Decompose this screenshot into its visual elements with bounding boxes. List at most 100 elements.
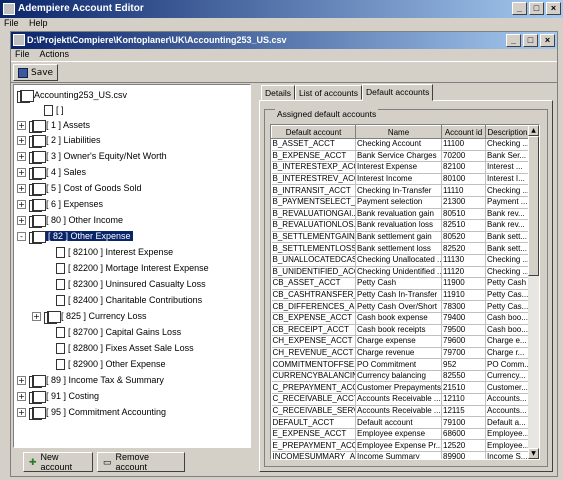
doc-close-button[interactable]: × bbox=[540, 34, 555, 47]
table-cell: 11120 bbox=[441, 266, 486, 279]
tree-node[interactable]: [ 82700 ] Capital Gains Loss bbox=[56, 325, 181, 340]
tree-node[interactable]: [ 6 ] Expenses bbox=[29, 197, 103, 213]
table-row[interactable]: B_ASSET_ACCT Checking Account 11100 Checkin… bbox=[271, 138, 530, 151]
maximize-button[interactable]: □ bbox=[529, 2, 544, 15]
table-row[interactable]: B_INTERESTREV_ACCT Interest Income 80100 In… bbox=[271, 173, 530, 186]
table-cell: Bank settlement loss bbox=[355, 242, 442, 255]
table-cell: C_RECEIVABLE_ACCT bbox=[271, 393, 356, 406]
tree-node[interactable]: Accounting253_US.csv bbox=[17, 88, 127, 104]
table-row[interactable]: INCOMESUMMARY_A... Income Summary 89900 Inc… bbox=[271, 451, 530, 459]
tree-node[interactable]: [ 91 ] Costing bbox=[29, 389, 99, 405]
table-row[interactable]: CH_REVENUE_ACCT Charge revenue 79700 Charge… bbox=[271, 347, 530, 360]
table-row[interactable]: B_SETTLEMENTLOSS_...Bank settlement loss… bbox=[271, 242, 530, 255]
tree-node-label: [ 89 ] Income Tax & Summary bbox=[46, 375, 164, 385]
table-cell: 79700 bbox=[441, 347, 486, 360]
tree-node[interactable]: [ 4 ] Sales bbox=[29, 165, 86, 181]
tree-node[interactable]: [ ] bbox=[44, 103, 64, 118]
expand-toggle[interactable]: + bbox=[17, 376, 26, 385]
table-cell: 79400 bbox=[441, 312, 486, 325]
expand-toggle[interactable]: + bbox=[17, 200, 26, 209]
table-row[interactable]: B_INTRANSIT_ACCT Checking In-Transfer 1111… bbox=[271, 184, 530, 197]
tree-node[interactable]: [ 82300 ] Uninsured Casualty Loss bbox=[56, 277, 206, 292]
expand-toggle[interactable]: - bbox=[17, 232, 26, 241]
table-cell: PO Commitment bbox=[355, 358, 442, 371]
table-row[interactable]: B_SETTLEMENTGAIN_...Bank settlement gain… bbox=[271, 231, 530, 244]
expand-toggle[interactable]: + bbox=[17, 408, 26, 417]
new-account-button[interactable]: ✚ New account bbox=[23, 452, 93, 472]
tree-node[interactable]: [ 82800 ] Fixes Asset Sale Loss bbox=[56, 341, 194, 356]
table-row[interactable]: E_PREPAYMENT_ACCT Employee Expense Pr... 1… bbox=[271, 439, 530, 453]
table-row[interactable]: CB_CASHTRANSFER_... Petty Cash In-Transfe… bbox=[271, 289, 530, 302]
tree-node[interactable]: [ 89 ] Income Tax & Summary bbox=[29, 373, 164, 389]
tree-node[interactable]: [ 825 ] Currency Loss bbox=[44, 309, 147, 325]
tree-node[interactable]: [ 82 ] Other Expense bbox=[29, 229, 133, 245]
folder-icon bbox=[29, 167, 46, 181]
table-cell: B_ASSET_ACCT bbox=[271, 138, 356, 151]
table-row[interactable]: COMMITMENTOFFSE... PO Commitment 952 PO Com… bbox=[271, 358, 530, 371]
document-icon bbox=[56, 279, 65, 291]
doc-maximize-button[interactable]: □ bbox=[523, 34, 538, 47]
table-row[interactable]: C_RECEIVABLE_SERV... Accounts Receivable … bbox=[271, 405, 530, 418]
tree-node[interactable]: [ 82200 ] Mortage Interest Expense bbox=[56, 261, 209, 276]
col-header-description[interactable]: Description bbox=[485, 125, 530, 139]
account-tree[interactable]: Accounting253_US.csv [ ] + [ 1 ] Assets + [ 2… bbox=[13, 84, 251, 448]
table-row[interactable]: B_REVALUATIONLOS... Bank revaluation loss… bbox=[271, 219, 530, 232]
table-row[interactable]: CB_EXPENSE_ACCT Cash book expense 79400 Cas… bbox=[271, 312, 530, 325]
menu-file[interactable]: File bbox=[4, 18, 19, 28]
expand-toggle[interactable]: + bbox=[17, 216, 26, 225]
table-row[interactable]: E_EXPENSE_ACCT Employee expense 68600 Emplo… bbox=[271, 428, 530, 441]
table-cell: DEFAULT_ACCT bbox=[271, 416, 356, 429]
scroll-up-arrow[interactable]: ▲ bbox=[528, 125, 539, 136]
document-icon bbox=[56, 327, 65, 339]
tree-node[interactable]: [ 82100 ] Interest Expense bbox=[56, 245, 173, 260]
tree-node[interactable]: [ 80 ] Other Income bbox=[29, 213, 123, 229]
table-cell: 12115 bbox=[441, 405, 486, 418]
tree-node[interactable]: [ 82400 ] Charitable Contributions bbox=[56, 293, 202, 308]
remove-account-button[interactable]: ▭ Remove account bbox=[97, 452, 185, 472]
expand-toggle[interactable]: + bbox=[17, 184, 26, 193]
tab-default-accounts[interactable]: Default accounts bbox=[362, 84, 434, 101]
expand-toggle[interactable]: + bbox=[17, 136, 26, 145]
table-scrollbar[interactable]: ▲ ▼ bbox=[528, 125, 539, 459]
col-header-default-account[interactable]: Default account bbox=[271, 125, 356, 139]
tree-node[interactable]: [ 95 ] Commitment Accounting bbox=[29, 405, 166, 421]
doc-menu-actions[interactable]: Actions bbox=[40, 49, 70, 59]
col-header-name[interactable]: Name bbox=[355, 125, 442, 139]
tree-node[interactable]: [ 5 ] Cost of Goods Sold bbox=[29, 181, 142, 197]
col-header-account-id[interactable]: Account id bbox=[441, 125, 486, 139]
table-row[interactable]: B_EXPENSE_ACCT Bank Service Charges 70200 B… bbox=[271, 150, 530, 163]
table-row[interactable]: CB_RECEIPT_ACCT Cash book receipts 79500 Ca… bbox=[271, 324, 530, 337]
table-row[interactable]: CB_ASSET_ACCT Petty Cash 11900 Petty Cash bbox=[271, 277, 530, 290]
tab-details[interactable]: Details bbox=[261, 85, 295, 100]
table-row[interactable]: C_RECEIVABLE_ACCT Accounts Receivable ...… bbox=[271, 393, 530, 406]
tree-node-label: [ 825 ] Currency Loss bbox=[61, 311, 147, 321]
menu-help[interactable]: Help bbox=[29, 18, 48, 28]
table-row[interactable]: DEFAULT_ACCT Default account 79100 Default … bbox=[271, 416, 530, 429]
expand-toggle[interactable]: + bbox=[17, 152, 26, 161]
table-row[interactable]: B_REVALUATIONGAI... Bank revaluation gain… bbox=[271, 208, 530, 221]
doc-menu-file[interactable]: File bbox=[15, 49, 30, 59]
table-row[interactable]: CB_DIFFERENCES_A... Petty Cash Over/Short… bbox=[271, 300, 530, 313]
table-row[interactable]: C_PREPAYMENT_ACCT Customer Prepayments 215… bbox=[271, 381, 530, 395]
tab-list-of-accounts[interactable]: List of accounts bbox=[294, 85, 363, 100]
expand-toggle[interactable]: + bbox=[17, 392, 26, 401]
minimize-button[interactable]: _ bbox=[512, 2, 527, 15]
tree-node[interactable]: [ 82900 ] Other Expense bbox=[56, 357, 166, 372]
close-button[interactable]: × bbox=[546, 2, 561, 15]
table-row[interactable]: CH_EXPENSE_ACCT Charge expense 79600 Charge… bbox=[271, 335, 530, 348]
table-row[interactable]: B_UNALLOCATEDCAS... Checking Unallocated … bbox=[271, 254, 530, 267]
tree-node[interactable]: [ 3 ] Owner's Equity/Net Worth bbox=[29, 149, 167, 165]
tree-node[interactable]: [ 1 ] Assets bbox=[29, 118, 90, 134]
expand-toggle[interactable]: + bbox=[32, 312, 41, 321]
expand-toggle[interactable]: + bbox=[17, 168, 26, 177]
doc-minimize-button[interactable]: _ bbox=[506, 34, 521, 47]
scroll-thumb[interactable] bbox=[528, 136, 539, 276]
expand-toggle[interactable]: + bbox=[17, 121, 26, 130]
table-row[interactable]: B_UNIDENTIFIED_ACCT Checking Unidentified… bbox=[271, 266, 530, 279]
table-row[interactable]: B_INTERESTEXP_ACCT Interest Expense 82100 I… bbox=[271, 161, 530, 174]
table-row[interactable]: B_PAYMENTSELECT_... Payment selection 2130… bbox=[271, 196, 530, 209]
save-button[interactable]: Save bbox=[13, 64, 59, 81]
table-row[interactable]: CURRENCYBALANCIN... Currency balancing 825… bbox=[271, 370, 530, 383]
scroll-down-arrow[interactable]: ▼ bbox=[528, 448, 539, 459]
tree-node[interactable]: [ 2 ] Liabilities bbox=[29, 133, 101, 149]
